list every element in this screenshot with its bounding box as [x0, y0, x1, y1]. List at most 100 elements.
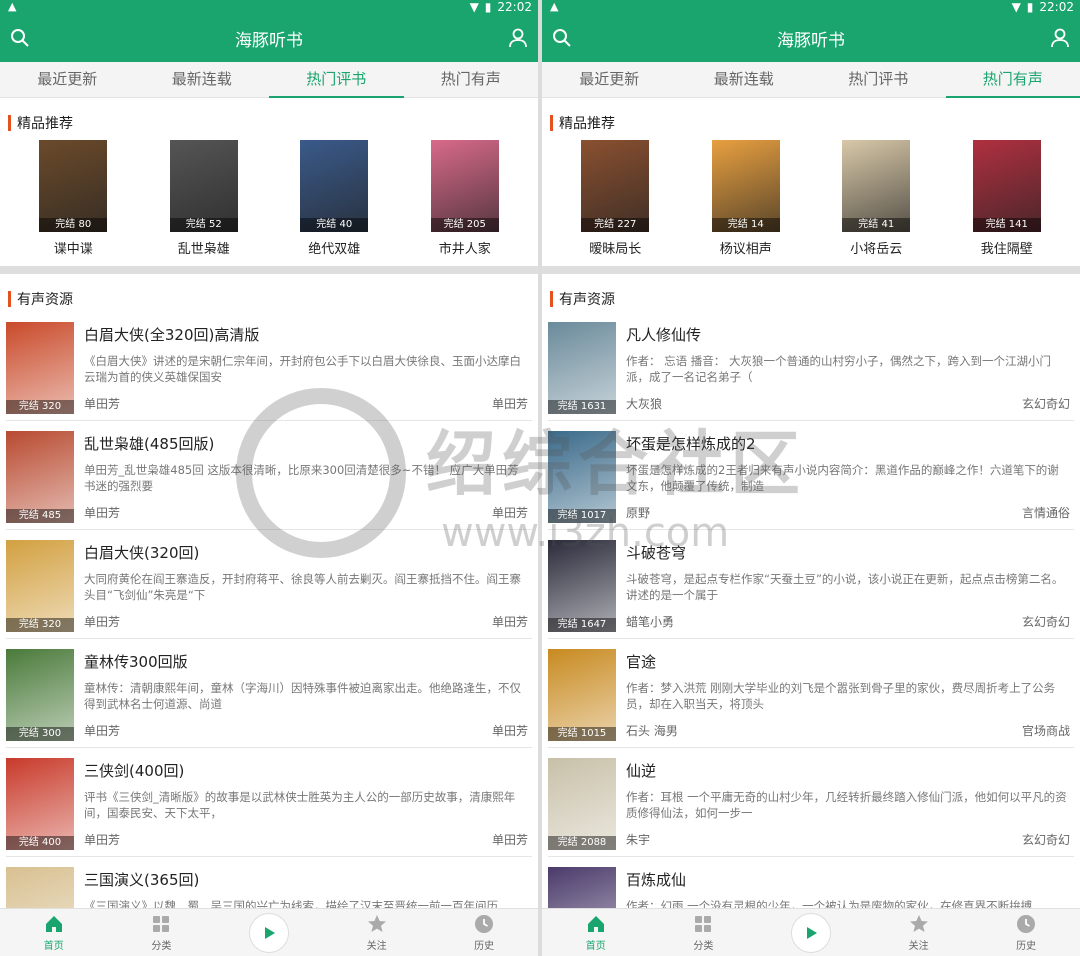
nav-item-1[interactable]: 分类 — [650, 913, 758, 952]
list-item[interactable]: 完结 400 三侠剑(400回) 评书《三侠剑_清晰版》的故事是以武林侠士胜英为主人… — [6, 748, 532, 857]
nav-label: 关注 — [908, 941, 929, 952]
item-desc: 作者： 忘语 播音： 大灰狼一个普通的山村穷小子，偶然之下，跨入到一个江湖小门派… — [626, 354, 1051, 384]
status-badge: 完结 485 — [6, 509, 74, 523]
user-icon[interactable] — [508, 28, 528, 48]
app-title: 海豚听书 — [235, 30, 303, 51]
item-title[interactable]: 白眉大侠(320回) — [84, 542, 528, 563]
nav-item-3[interactable]: 关注 — [323, 913, 431, 952]
item-tag: 玄幻奇幻 — [1021, 615, 1070, 629]
search-icon[interactable] — [10, 28, 30, 48]
item-title[interactable]: 乱世枭雄(485回版) — [84, 433, 528, 454]
item-author: 大灰狼 — [626, 397, 663, 411]
nav-item-1[interactable]: 分类 — [108, 913, 216, 952]
featured-name: 市井人家 — [438, 242, 491, 257]
list-item[interactable]: 完结 1647 斗破苍穹 斗破苍穹，是起点专栏作家“天蚕土豆”的小说，该小说正在更新… — [548, 530, 1074, 639]
book-cover[interactable]: 完结 320 — [6, 322, 74, 414]
item-desc: 作者：梦入洪荒 刚刚大学毕业的刘飞是个嚣张到骨子里的家伙，费尽周折考上了公务员，… — [626, 681, 1056, 711]
featured-header: 精品推荐 — [542, 110, 1080, 136]
play-icon[interactable] — [790, 912, 831, 953]
nav-item-0[interactable]: 首页 — [542, 913, 650, 952]
search-icon[interactable] — [552, 28, 572, 48]
item-desc: 坏蛋是怎样炼成的2王者归来有声小说内容简介：黑道作品的巅峰之作！六道笔下的谢文东… — [626, 463, 1059, 493]
featured-item[interactable]: 完结 227 暧昧局长 — [580, 140, 650, 266]
book-cover[interactable]: 完结 227 — [581, 140, 650, 232]
featured-item[interactable]: 完结 205 市井人家 — [430, 140, 500, 266]
list-item[interactable]: 完结 1015 官途作者：梦入洪荒 刚刚大学毕业的刘飞是个嚣张到骨子里的家伙，费尽… — [548, 639, 1074, 748]
book-cover[interactable]: 完结 485 — [6, 431, 74, 523]
book-cover[interactable]: 完结 320 — [6, 540, 74, 632]
item-tag: 官场商战 — [1021, 724, 1070, 738]
nav-label: 首页 — [585, 941, 606, 952]
item-author: 蜡笔小勇 — [626, 615, 675, 629]
item-tag: 单田芳 — [491, 724, 528, 738]
play-icon[interactable] — [248, 912, 289, 953]
item-title[interactable]: 官途 — [626, 651, 1070, 672]
book-cover[interactable]: 完结 2088 — [548, 758, 616, 850]
book-cover[interactable]: 完结 1017 — [548, 431, 616, 523]
book-cover[interactable]: 完结 80 — [39, 140, 108, 232]
tab-3[interactable]: 热门有声 — [945, 62, 1080, 98]
item-tag: 玄幻奇幻 — [1021, 833, 1070, 847]
featured-item[interactable]: 完结 41 小将岳云 — [841, 140, 911, 266]
book-cover[interactable]: 完结 1631 — [548, 322, 616, 414]
item-desc: 童林传：清朝康熙年间，童林（字海川）因特殊事件被迫离家出走。他绝路逢生，不仅得到… — [84, 681, 521, 711]
item-tag: 单田芳 — [491, 833, 528, 847]
item-title[interactable]: 仙逆 — [626, 760, 1070, 781]
item-author: 朱宇 — [626, 833, 651, 847]
list-item[interactable]: 完结 320 白眉大侠(320回) 大同府黄伦在阎王寨造反，开封府蒋平、徐良等人前去… — [6, 530, 532, 639]
nav-item-0[interactable]: 首页 — [0, 913, 108, 952]
status-badge: 完结 320 — [6, 618, 74, 632]
book-cover[interactable]: 完结 300 — [6, 649, 74, 741]
item-title[interactable]: 白眉大侠(全320回)高清版 — [84, 324, 528, 345]
status-time: 22:02 — [1039, 0, 1074, 14]
star-icon — [323, 913, 431, 935]
featured-item[interactable]: 完结 14 杨议相声 — [711, 140, 781, 266]
list-item[interactable]: 完结 2088 仙逆 作者：耳根 一个平庸无奇的山村少年，几经转折最终踏入修仙门派，… — [548, 748, 1074, 857]
book-cover[interactable]: 完结 40 — [300, 140, 369, 232]
tab-0[interactable]: 最近更新 — [542, 62, 677, 97]
tab-1[interactable]: 最新连载 — [677, 62, 812, 97]
item-title[interactable]: 凡人修仙传 — [626, 324, 1070, 345]
item-title[interactable]: 童林传300回版 — [84, 651, 528, 672]
item-title[interactable]: 斗破苍穹 — [626, 542, 1070, 563]
nav-item-4[interactable]: 历史 — [430, 913, 538, 952]
tab-3[interactable]: 热门有声 — [404, 62, 539, 97]
book-cover[interactable]: 完结 141 — [972, 140, 1041, 232]
featured-item[interactable]: 完结 52 乱世枭雄 — [169, 140, 239, 266]
book-cover[interactable]: 完结 1015 — [548, 649, 616, 741]
nav-label: 分类 — [151, 941, 172, 952]
featured-item[interactable]: 完结 40 绝代双雄 — [299, 140, 369, 266]
status-time: 22:02 — [497, 0, 532, 14]
book-cover[interactable]: 完结 205 — [430, 140, 499, 232]
featured-title: 精品推荐 — [559, 116, 615, 132]
nav-label: 关注 — [366, 941, 387, 952]
nav-play[interactable] — [757, 912, 865, 953]
nav-item-3[interactable]: 关注 — [865, 913, 973, 952]
item-author: 单田芳 — [84, 397, 121, 411]
user-icon[interactable] — [1050, 28, 1070, 48]
nav-play[interactable] — [215, 912, 323, 953]
book-cover[interactable]: 完结 14 — [711, 140, 780, 232]
item-title[interactable]: 三侠剑(400回) — [84, 760, 528, 781]
list-item[interactable]: 完结 300 童林传300回版童林传：清朝康熙年间，童林（字海川）因特殊事件被迫离… — [6, 639, 532, 748]
book-cover[interactable]: 完结 1647 — [548, 540, 616, 632]
status-badge: 完结 14 — [711, 218, 780, 232]
book-cover[interactable]: 完结 400 — [6, 758, 74, 850]
tab-0[interactable]: 最近更新 — [0, 62, 135, 97]
list-item[interactable]: 完结 1017 坏蛋是怎样炼成的2 坏蛋是怎样炼成的2王者归来有声小说内容简介：黑道… — [548, 421, 1074, 530]
tab-1[interactable]: 最新连载 — [135, 62, 270, 97]
item-title[interactable]: 三国演义(365回) — [84, 869, 528, 890]
book-cover[interactable]: 完结 52 — [169, 140, 238, 232]
section-divider — [0, 266, 538, 274]
tab-2[interactable]: 热门评书 — [269, 62, 404, 98]
list-item[interactable]: 完结 485 乱世枭雄(485回版) 单田芳_乱世枭雄485回 这版本很清晰，比原来… — [6, 421, 532, 530]
list-item[interactable]: 完结 1631 凡人修仙传作者： 忘语 播音： 大灰狼一个普通的山村穷小子，偶然之… — [548, 312, 1074, 421]
book-cover[interactable]: 完结 41 — [842, 140, 911, 232]
tab-2[interactable]: 热门评书 — [811, 62, 946, 97]
item-title[interactable]: 百炼成仙 — [626, 869, 1070, 890]
nav-item-4[interactable]: 历史 — [972, 913, 1080, 952]
item-title[interactable]: 坏蛋是怎样炼成的2 — [626, 433, 1070, 454]
featured-item[interactable]: 完结 141 我住隔壁 — [972, 140, 1042, 266]
list-item[interactable]: 完结 320 白眉大侠(全320回)高清版 《白眉大侠》讲述的是宋朝仁宗年间，开封府… — [6, 312, 532, 421]
featured-item[interactable]: 完结 80 谍中谍 — [38, 140, 108, 266]
